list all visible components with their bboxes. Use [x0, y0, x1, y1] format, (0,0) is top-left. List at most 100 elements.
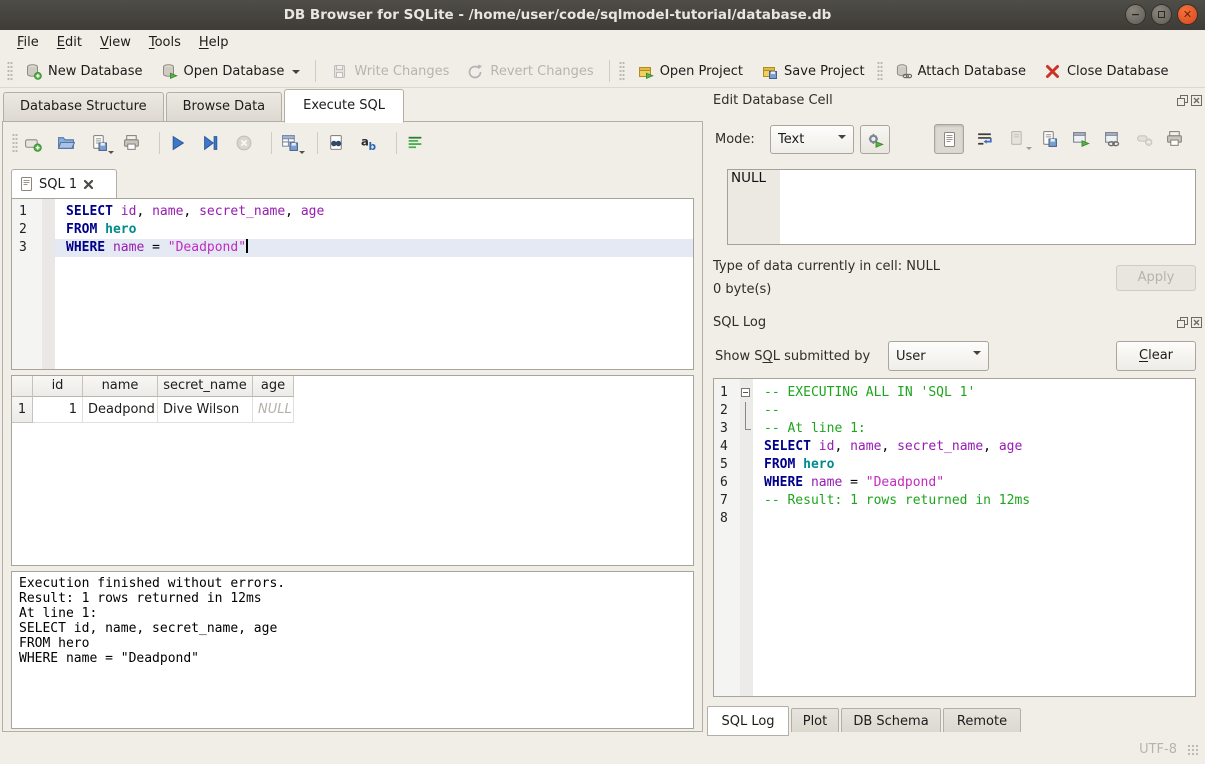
- attach-database-button[interactable]: Attach Database: [886, 59, 1035, 84]
- code-line[interactable]: 2FROM hero: [12, 221, 693, 239]
- save-sql-file-button[interactable]: [87, 131, 111, 155]
- close-button[interactable]: ✕: [1177, 4, 1198, 25]
- toolbar-grip[interactable]: [619, 61, 625, 81]
- sql-file-icon: [20, 177, 33, 192]
- menu-bar: File Edit View Tools Help: [0, 30, 1205, 54]
- code-text: -- At line 1:: [753, 420, 1195, 438]
- code-line[interactable]: 3 WHERE name = "Deadpond": [12, 239, 693, 257]
- open-project-button[interactable]: Open Project: [628, 59, 752, 84]
- code-line[interactable]: 6WHERE name = "Deadpond": [714, 474, 1195, 492]
- column-header-name[interactable]: name: [83, 376, 158, 397]
- clear-log-button[interactable]: Clear: [1116, 341, 1196, 371]
- column-header-secret-name[interactable]: secret_name: [158, 376, 253, 397]
- code-line[interactable]: 5FROM hero: [714, 456, 1195, 474]
- text-mode-toggle[interactable]: [934, 124, 964, 154]
- code-line[interactable]: 1-- EXECUTING ALL IN 'SQL 1': [714, 384, 1195, 402]
- print-cell-button[interactable]: [1163, 127, 1187, 151]
- row-number-cell[interactable]: 1: [12, 397, 33, 423]
- menu-tools[interactable]: Tools: [140, 33, 190, 52]
- fold-margin: [740, 474, 753, 492]
- toolbar-grip[interactable]: [7, 61, 13, 81]
- export-cell-button[interactable]: [1037, 127, 1061, 151]
- code-line[interactable]: 2--: [714, 402, 1195, 420]
- tab-execute-sql[interactable]: Execute SQL: [284, 89, 404, 123]
- cell-name[interactable]: Deadpond: [83, 397, 158, 423]
- save-results-button[interactable]: [278, 131, 302, 155]
- copy-link-button[interactable]: [1101, 127, 1125, 151]
- cell-secret-name[interactable]: Dive Wilson: [158, 397, 253, 423]
- menu-file[interactable]: File: [8, 33, 48, 52]
- save-project-icon: [761, 63, 778, 80]
- write-changes-button: Write Changes: [322, 59, 458, 84]
- float-dock-icon[interactable]: [1177, 317, 1188, 328]
- encoding-indicator[interactable]: UTF-8: [1139, 742, 1177, 757]
- toolbar-grip[interactable]: [877, 61, 883, 81]
- close-dock-icon[interactable]: [1191, 317, 1202, 328]
- maximize-button[interactable]: [1151, 4, 1172, 25]
- open-database-icon: [161, 63, 178, 80]
- open-in-external-button[interactable]: [1069, 127, 1093, 151]
- export-save-icon: [1040, 130, 1058, 148]
- minimize-button[interactable]: −: [1125, 4, 1146, 25]
- cell-age[interactable]: NULL: [253, 397, 294, 423]
- menu-view[interactable]: View: [91, 33, 140, 52]
- open-sql-file-button[interactable]: [54, 131, 78, 155]
- autocomplete-button[interactable]: ab: [357, 131, 381, 155]
- find-replace-button[interactable]: [324, 131, 348, 155]
- column-header-id[interactable]: id: [33, 376, 83, 397]
- code-line[interactable]: 4SELECT id, name, secret_name, age: [714, 438, 1195, 456]
- cell-editor-value: NULL: [731, 170, 766, 186]
- bottom-tab-db-schema[interactable]: DB Schema: [841, 708, 941, 734]
- bottom-tab-remote[interactable]: Remote: [943, 708, 1021, 734]
- toolbar-grip[interactable]: [12, 133, 18, 153]
- open-database-button[interactable]: Open Database: [152, 59, 310, 84]
- cell-editor[interactable]: NULL: [727, 169, 1196, 245]
- sql-log-dock-buttons: [1177, 317, 1202, 328]
- close-dock-icon[interactable]: [1191, 95, 1202, 106]
- code-line[interactable]: 7-- Result: 1 rows returned in 12ms: [714, 492, 1195, 510]
- code-text: SELECT id, name, secret_name, age: [55, 203, 693, 221]
- float-dock-icon[interactable]: [1177, 95, 1188, 106]
- cell-id[interactable]: 1: [33, 397, 83, 423]
- execution-message-box[interactable]: Execution finished without errors. Resul…: [11, 571, 694, 729]
- tab-browse-data[interactable]: Browse Data: [166, 92, 283, 122]
- sql-editor[interactable]: 1SELECT id, name, secret_name, age2FROM …: [11, 198, 694, 370]
- apply-mode-button[interactable]: [860, 125, 890, 154]
- execute-all-button[interactable]: [166, 131, 190, 155]
- word-wrap-button[interactable]: [973, 127, 997, 151]
- save-file-icon: [90, 134, 108, 152]
- log-filter-select[interactable]: User: [888, 341, 989, 371]
- menu-edit[interactable]: Edit: [48, 33, 91, 52]
- cell-type-info: Type of data currently in cell: NULL: [713, 259, 940, 274]
- line-number: 3: [12, 239, 42, 257]
- code-line[interactable]: 1SELECT id, name, secret_name, age: [12, 203, 693, 221]
- new-sql-tab-button[interactable]: [21, 131, 45, 155]
- menu-help[interactable]: Help: [190, 33, 238, 52]
- print-sql-button[interactable]: [120, 131, 144, 155]
- resize-grip[interactable]: [1187, 744, 1199, 756]
- mode-select[interactable]: Text: [770, 125, 854, 154]
- bottom-tab-sql-log[interactable]: SQL Log: [707, 706, 789, 736]
- save-project-button[interactable]: Save Project: [752, 59, 874, 84]
- open-database-dropdown-caret[interactable]: [292, 70, 300, 78]
- format-sql-button[interactable]: [403, 131, 427, 155]
- save-results-icon: [281, 134, 299, 152]
- close-tab-icon[interactable]: [83, 179, 94, 190]
- bottom-tab-plot[interactable]: Plot: [791, 708, 839, 734]
- code-line[interactable]: 3-- At line 1:: [714, 420, 1195, 438]
- sql-tab-label: SQL 1: [39, 177, 77, 192]
- column-header-age[interactable]: age: [253, 376, 294, 397]
- code-line[interactable]: 8: [714, 510, 1195, 528]
- code-text: -- EXECUTING ALL IN 'SQL 1': [753, 384, 1195, 402]
- fold-marker-icon[interactable]: [740, 384, 753, 402]
- sql-log-view[interactable]: 1-- EXECUTING ALL IN 'SQL 1'2--3-- At li…: [713, 378, 1196, 697]
- set-null-button: [1133, 127, 1157, 151]
- execute-line-button[interactable]: [199, 131, 223, 155]
- code-text: WHERE name = "Deadpond": [55, 239, 693, 257]
- new-database-button[interactable]: New Database: [16, 59, 152, 84]
- sql-editor-tab[interactable]: SQL 1: [11, 169, 117, 198]
- tab-database-structure[interactable]: Database Structure: [3, 92, 164, 122]
- row-number-header[interactable]: [12, 376, 33, 397]
- fold-margin: [740, 438, 753, 456]
- close-database-button[interactable]: Close Database: [1035, 59, 1178, 84]
